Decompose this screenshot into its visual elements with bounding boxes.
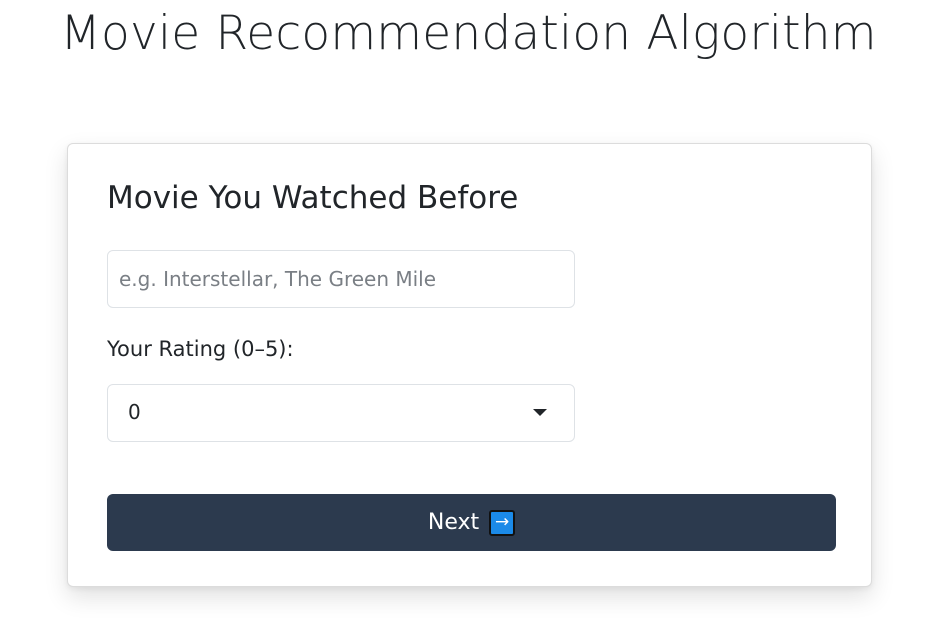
rating-selected-value: 0 <box>128 400 141 424</box>
rating-label: Your Rating (0–5): <box>107 337 294 361</box>
arrow-right-icon: → <box>489 509 516 536</box>
card-title: Movie You Watched Before <box>107 180 519 216</box>
chevron-down-icon <box>533 409 547 416</box>
next-button-label: Next <box>427 510 480 535</box>
next-button[interactable]: Next → <box>107 494 836 551</box>
rating-select[interactable]: 0 <box>107 384 575 442</box>
page-title: Movie Recommendation Algorithm <box>60 6 877 61</box>
movie-form-card: Movie You Watched Before Your Rating (0–… <box>67 143 872 587</box>
page: Movie Recommendation Algorithm Movie You… <box>0 0 937 637</box>
movie-title-input[interactable] <box>107 250 575 308</box>
